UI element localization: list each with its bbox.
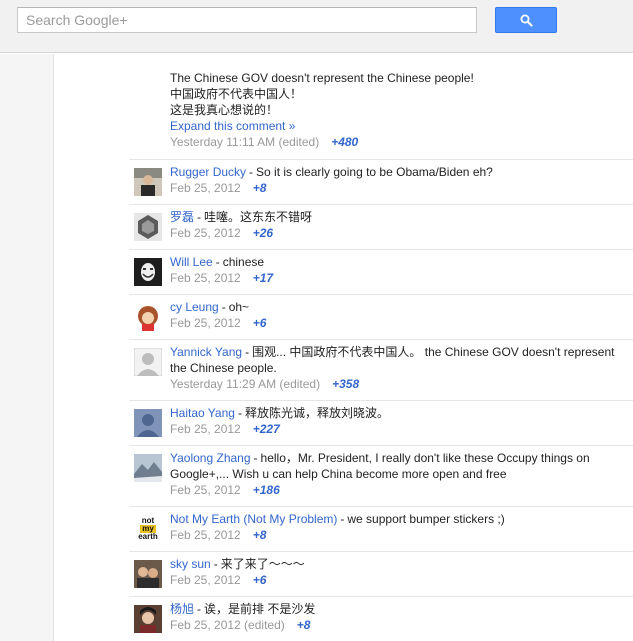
plus-one-count[interactable]: +358 [332, 377, 359, 391]
comment-text-line: 这是我真心想说的！ [170, 103, 279, 117]
separator: - [197, 602, 202, 616]
comment-meta: Feb 25, 2012 +8 [170, 180, 627, 196]
comment-item: 杨旭 - 诶，是前排 不是沙发 Feb 25, 2012 (edited) +8 [129, 596, 633, 641]
comment-item: sky sun - 来了来了～～～ Feb 25, 2012 +6 [129, 551, 633, 596]
comment-meta: Feb 25, 2012 +17 [170, 270, 627, 286]
expand-comment-link[interactable]: Expand this comment » [170, 118, 295, 134]
comment-author[interactable]: cy Leung [170, 300, 219, 314]
comment-text: hello，Mr. President, I really don't like… [260, 451, 590, 465]
comment-time[interactable]: Feb 25, 2012 [170, 316, 241, 330]
comment-text-line: the Chinese people. [170, 361, 277, 375]
plus-one-count[interactable]: +8 [297, 618, 311, 632]
comment-time[interactable]: Yesterday 11:29 AM (edited) [170, 377, 320, 391]
comment-meta: Feb 25, 2012 +8 [170, 527, 627, 543]
separator: - [215, 255, 220, 269]
plus-one-count[interactable]: +6 [253, 573, 267, 587]
separator: - [340, 512, 345, 526]
comment-time[interactable]: Feb 25, 2012 [170, 422, 241, 436]
comment-meta: Feb 25, 2012 +26 [170, 225, 627, 241]
comment-item: Yannick Yang - 围观... 中国政府不代表中国人。 the Chine… [129, 339, 633, 400]
comment-text: we support bumper stickers ;) [347, 512, 505, 526]
separator: - [221, 300, 226, 314]
avatar[interactable] [134, 605, 162, 633]
comment-time[interactable]: Feb 25, 2012 [170, 573, 241, 587]
avatar[interactable] [134, 303, 162, 331]
comment-time[interactable]: Feb 25, 2012 [170, 226, 241, 240]
comment-item: Yaolong Zhang - hello，Mr. President, I rea… [129, 445, 633, 506]
left-rail [0, 54, 54, 641]
comment-text: 来了来了～～～ [220, 557, 305, 571]
plus-one-count[interactable]: +26 [253, 226, 273, 240]
comment-time[interactable]: Feb 25, 2012 (edited) [170, 618, 285, 632]
plus-one-count[interactable]: +8 [253, 528, 267, 542]
comment-text: chinese [222, 255, 265, 269]
comment-text: oh~ [228, 300, 250, 314]
search-icon [520, 14, 533, 27]
separator: - [213, 557, 218, 571]
comment-author[interactable]: Yannick Yang [170, 345, 242, 359]
comment-text-line: Google+,... Wish u can help China become… [170, 467, 507, 481]
comment-text: So it is clearly going to be Obama/Biden… [256, 165, 493, 179]
comment-text-line: 中国政府不代表中国人！ [170, 87, 303, 101]
comment-time[interactable]: Feb 25, 2012 [170, 271, 241, 285]
comment-text: 释放陈光诚，释放刘晓波。 [244, 406, 389, 420]
top-bar [0, 0, 633, 53]
comment-item: 罗磊 - 哇噻。这东东不错呀 Feb 25, 2012 +26 [129, 204, 633, 249]
comment-author[interactable]: Yaolong Zhang [170, 451, 251, 465]
avatar-text: earth [138, 532, 158, 541]
comment-list: The Chinese GOV doesn't represent the Ch… [129, 54, 633, 641]
comment-time[interactable]: Feb 25, 2012 [170, 181, 241, 195]
comment-author[interactable]: 杨旭 [170, 602, 194, 616]
avatar[interactable] [134, 258, 162, 286]
comment-time[interactable]: Feb 25, 2012 [170, 483, 241, 497]
avatar[interactable]: not my earth [134, 515, 162, 543]
comment-meta: Feb 25, 2012 +227 [170, 421, 627, 437]
avatar[interactable] [134, 409, 162, 437]
comment-author[interactable]: sky sun [170, 557, 211, 571]
avatar[interactable] [134, 168, 162, 196]
avatar[interactable] [134, 348, 162, 376]
comment-author[interactable]: 罗磊 [170, 210, 194, 224]
comment-author[interactable]: Not My Earth (Not My Problem) [170, 512, 337, 526]
separator: - [245, 345, 250, 359]
comment-author[interactable]: Haitao Yang [170, 406, 235, 420]
comment-item: cy Leung - oh~ Feb 25, 2012 +6 [129, 294, 633, 339]
comment-meta: Yesterday 11:29 AM (edited) +358 [170, 376, 627, 392]
avatar[interactable] [134, 213, 162, 241]
comment-expanded: The Chinese GOV doesn't represent the Ch… [129, 54, 633, 159]
comment-time[interactable]: Feb 25, 2012 [170, 528, 241, 542]
comment-item: Haitao Yang - 释放陈光诚，释放刘晓波。 Feb 25, 2012 +22… [129, 400, 633, 445]
avatar[interactable] [134, 454, 162, 482]
plus-one-count[interactable]: +6 [253, 316, 267, 330]
comment-text: 诶，是前排 不是沙发 [204, 602, 316, 616]
comment-meta: Feb 25, 2012 +6 [170, 572, 627, 588]
comment-time[interactable]: Yesterday 11:11 AM (edited) [170, 135, 319, 149]
comment-text: 围观... 中国政府不代表中国人。 the Chinese GOV doesn'… [252, 345, 615, 359]
comment-item: Rugger Ducky - So it is clearly going to b… [129, 159, 633, 204]
comment-meta: Yesterday 11:11 AM (edited) +480 [170, 134, 633, 150]
comment-author[interactable]: Will Lee [170, 255, 213, 269]
comment-meta: Feb 25, 2012 (edited) +8 [170, 617, 627, 633]
plus-one-count[interactable]: +186 [253, 483, 280, 497]
comment-text-line: The Chinese GOV doesn't represent the Ch… [170, 71, 474, 85]
plus-one-count[interactable]: +227 [253, 422, 280, 436]
separator: - [237, 406, 242, 420]
comment-meta: Feb 25, 2012 +186 [170, 482, 627, 498]
avatar[interactable] [134, 560, 162, 588]
search-input[interactable] [17, 7, 477, 33]
comment-item: not my earth Not My Earth (Not My Proble… [129, 506, 633, 551]
comment-author[interactable]: Rugger Ducky [170, 165, 246, 179]
plus-one-count[interactable]: +480 [331, 135, 358, 149]
separator: - [249, 165, 254, 179]
plus-one-count[interactable]: +17 [253, 271, 273, 285]
comment-item: Will Lee - chinese Feb 25, 2012 +17 [129, 249, 633, 294]
plus-one-count[interactable]: +8 [253, 181, 267, 195]
comment-text: 哇噻。这东东不错呀 [204, 210, 313, 224]
search-button[interactable] [495, 7, 557, 33]
separator: - [197, 210, 202, 224]
separator: - [253, 451, 258, 465]
comment-meta: Feb 25, 2012 +6 [170, 315, 627, 331]
